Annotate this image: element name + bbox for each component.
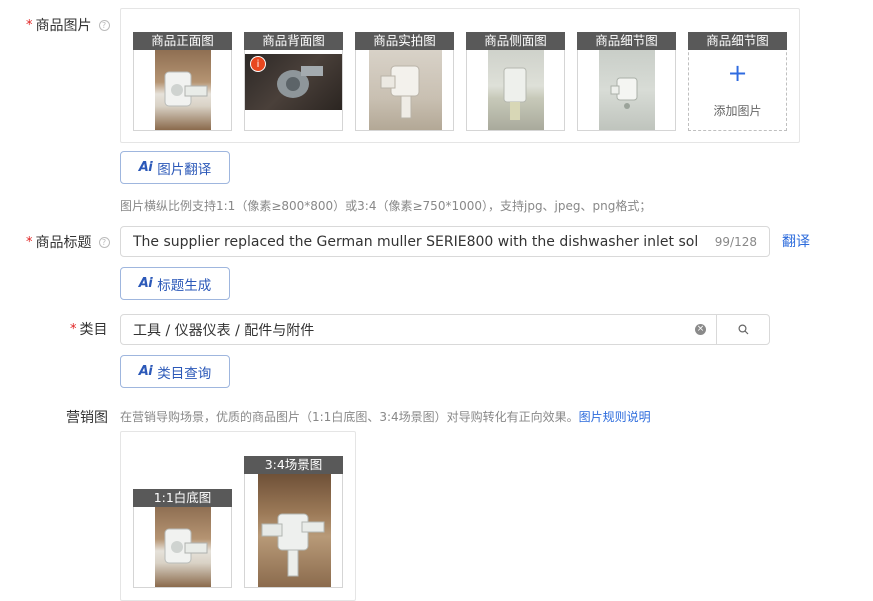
product-title-label-row: * 商品标题 ?: [26, 232, 110, 252]
ai-icon: Ai: [138, 160, 153, 175]
image-format-hint: 图片横纵比例支持1:1（像素≥800*800）或3:4（像素≥750*1000）…: [120, 199, 652, 213]
marketing-label: 营销图: [66, 410, 108, 426]
thumb-caption: 商品正面图: [133, 32, 232, 50]
ai-icon: Ai: [138, 364, 153, 379]
clear-icon[interactable]: ×: [695, 324, 706, 335]
category-value: 工具 / 仪器仪表 / 配件与附件: [133, 322, 315, 339]
valve-front-photo: [155, 50, 211, 130]
image-rules-link[interactable]: 图片规则说明: [579, 410, 651, 424]
product-image-real[interactable]: 商品实拍图: [355, 32, 454, 131]
title-translate-link[interactable]: 翻译: [782, 231, 810, 251]
category-label: 类目: [79, 322, 108, 338]
marketing-hint: 在营销导购场景，优质的商品图片（1:1白底图、3:4场景图）对导购转化有正向效果…: [120, 410, 579, 424]
image-translate-label: 图片翻译: [157, 161, 212, 178]
product-image-front[interactable]: 商品正面图: [133, 32, 232, 131]
category-label-row: * 类目: [70, 319, 108, 339]
search-icon: [737, 324, 748, 335]
marketing-image-white[interactable]: 1:1白底图: [133, 489, 232, 588]
add-image-button[interactable]: 商品细节图 + 添加图片: [688, 32, 787, 131]
add-image-label: 添加图片: [713, 104, 762, 118]
product-title-value: The supplier replaced the German muller …: [133, 233, 698, 250]
product-title-input[interactable]: The supplier replaced the German muller …: [120, 226, 770, 257]
thumb-caption: 商品背面图: [244, 32, 343, 50]
product-images-label: 商品图片: [35, 18, 92, 34]
marketing-hint-row: 在营销导购场景，优质的商品图片（1:1白底图、3:4场景图）对导购转化有正向效果…: [120, 408, 651, 425]
product-title-label: 商品标题: [35, 235, 92, 251]
warning-icon: i: [250, 56, 266, 72]
valve-real-photo: [369, 50, 442, 130]
ai-icon: Ai: [138, 276, 153, 291]
thumb-caption: 商品细节图: [577, 32, 676, 50]
product-images-label-row: * 商品图片 ?: [26, 15, 110, 35]
valve-side-photo: [488, 50, 544, 130]
image-translate-button[interactable]: Ai 图片翻译: [120, 151, 230, 184]
char-counter: 99/128: [714, 234, 757, 249]
marketing-label-row: 营销图: [66, 407, 108, 427]
product-image-side[interactable]: 商品侧面图: [466, 32, 565, 131]
help-icon[interactable]: ?: [98, 19, 110, 31]
required-mark: *: [70, 321, 77, 337]
thumb-caption: 1:1白底图: [133, 489, 232, 507]
plus-icon: +: [727, 59, 748, 87]
title-generate-button[interactable]: Ai 标题生成: [120, 267, 230, 300]
valve-white-photo: [155, 507, 211, 587]
category-query-button[interactable]: Ai 类目查询: [120, 355, 230, 388]
thumb-caption: 商品实拍图: [355, 32, 454, 50]
help-icon[interactable]: ?: [98, 236, 110, 248]
valve-scene-photo: [258, 474, 331, 587]
marketing-image-scene[interactable]: 3:4场景图: [244, 456, 343, 588]
valve-detail-photo: [599, 50, 655, 130]
required-mark: *: [26, 234, 33, 250]
product-image-detail[interactable]: 商品细节图: [577, 32, 676, 131]
title-generate-label: 标题生成: [157, 277, 212, 294]
thumb-caption: 商品细节图: [688, 32, 787, 50]
required-mark: *: [26, 17, 33, 33]
thumb-caption: 商品侧面图: [466, 32, 565, 50]
product-image-back[interactable]: 商品背面图 i: [244, 32, 343, 131]
thumb-caption: 3:4场景图: [244, 456, 343, 474]
category-query-label: 类目查询: [157, 365, 212, 382]
search-button[interactable]: [716, 315, 769, 344]
category-select[interactable]: 工具 / 仪器仪表 / 配件与附件 ×: [120, 314, 770, 345]
